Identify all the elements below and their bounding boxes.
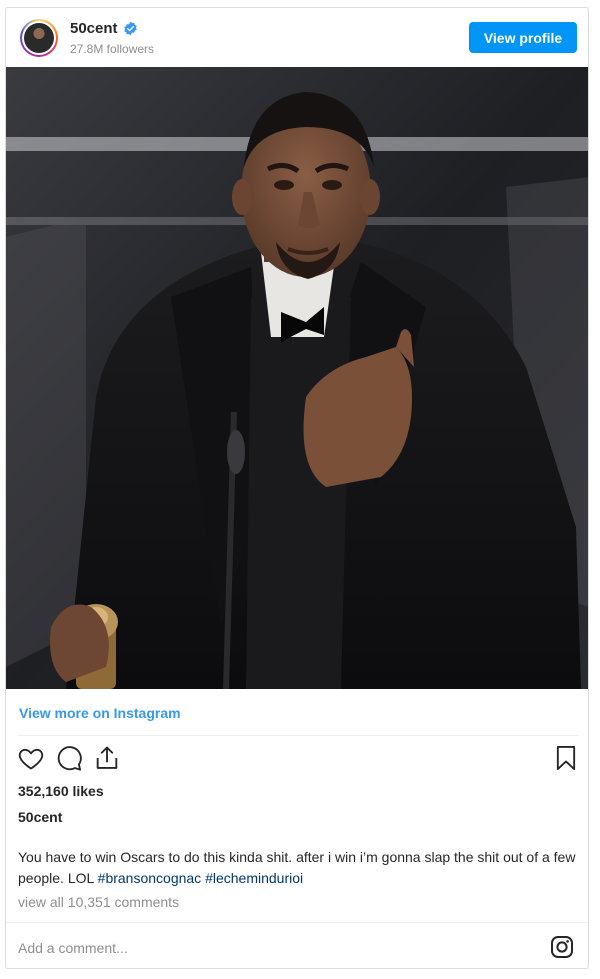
post-image[interactable]: [6, 67, 588, 689]
add-comment-bar: Add a comment...: [6, 922, 588, 968]
verified-badge-icon: [123, 21, 137, 36]
view-profile-button[interactable]: View profile: [469, 22, 577, 53]
view-all-comments-link[interactable]: view all 10,351 comments: [18, 894, 179, 910]
bookmark-icon[interactable]: [552, 744, 580, 772]
view-more-on-instagram-link[interactable]: View more on Instagram: [19, 705, 181, 721]
hashtag-lechemindurioi[interactable]: #lechemindurioi: [205, 870, 303, 886]
post-header: 50cent 27.8M followers View profile: [6, 8, 588, 67]
add-comment-input[interactable]: Add a comment...: [18, 940, 128, 956]
instagram-embed-card: 50cent 27.8M followers View profile View…: [5, 7, 589, 969]
username[interactable]: 50cent: [70, 20, 118, 37]
comment-icon[interactable]: [55, 744, 83, 772]
post-actions: [6, 744, 588, 778]
instagram-icon[interactable]: [550, 935, 574, 959]
share-icon[interactable]: [93, 744, 121, 772]
like-count[interactable]: 352,160 likes: [18, 783, 104, 799]
divider: [18, 735, 578, 736]
hashtag-bransoncognac[interactable]: #bransoncognac: [98, 870, 202, 886]
follower-count: 27.8M followers: [70, 42, 155, 56]
avatar-image: [24, 23, 54, 53]
caption-author[interactable]: 50cent: [18, 809, 62, 825]
post-caption: You have to win Oscars to do this kinda …: [18, 847, 578, 889]
avatar[interactable]: [20, 19, 58, 57]
post-photo-illustration: [6, 67, 588, 689]
heart-icon[interactable]: [17, 744, 45, 772]
